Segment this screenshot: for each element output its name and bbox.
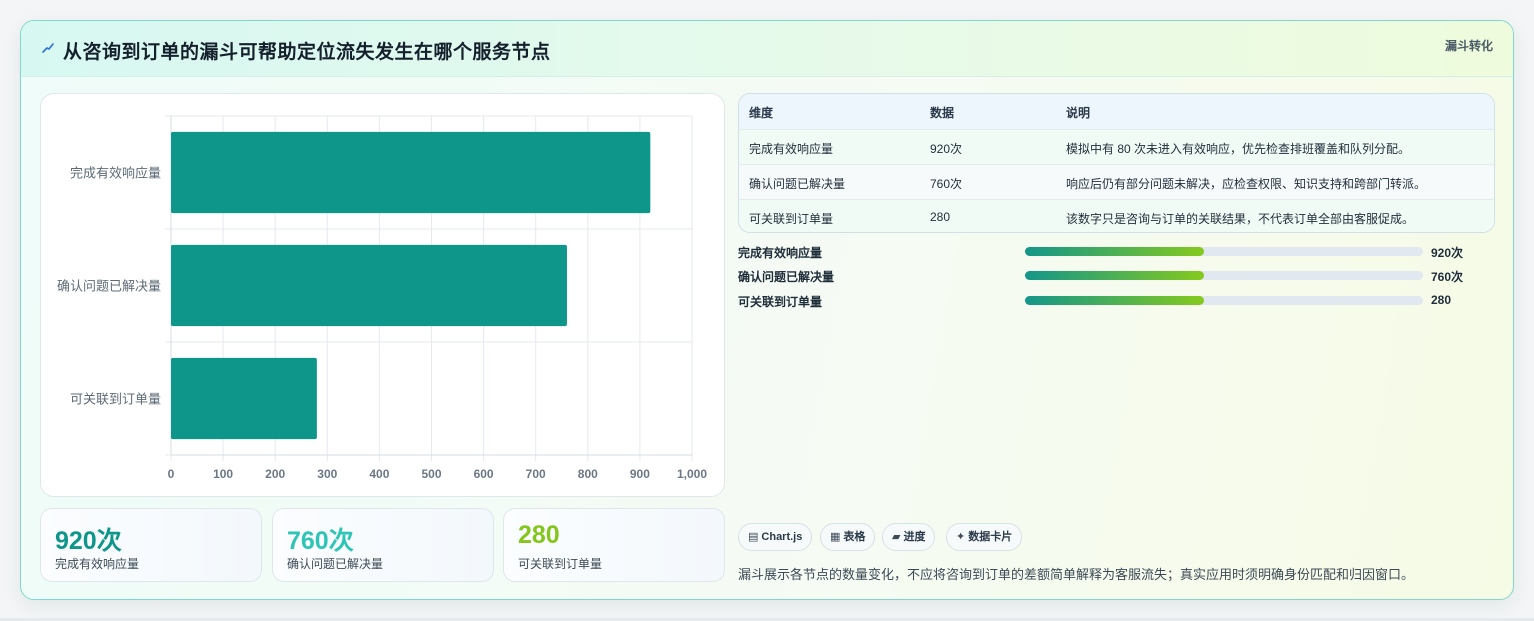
table-cell: 确认问题已解决量 [749,177,846,191]
progress-icon: ▰ [892,531,901,543]
progress-row-responses: 完成有效响应量 920次 [738,243,1498,261]
bar [171,244,567,327]
y-tick-label: 可关联到订单量 [70,392,161,407]
x-tick-label: 100 [213,467,233,481]
progress-fill [1025,271,1205,280]
stat-value: 280 [518,521,560,549]
data-table: 维度 数据 说明 完成有效响应量 920次 模拟中有 80 次未进入有效响应，优… [738,93,1495,233]
category-tag: 漏斗转化 [1444,39,1493,53]
progress-label: 可关联到订单量 [738,295,823,309]
table-header-cell: 说明 [1066,106,1091,120]
progress-track [1025,296,1423,305]
chip-data-card[interactable]: ✦ 数据卡片 [946,523,1023,551]
stat-label: 确认问题已解决量 [287,557,384,571]
progress-value: 760次 [1431,270,1464,284]
table-cell: 模拟中有 80 次未进入有效响应，优先检查排班覆盖和队列分配。 [1066,142,1411,156]
table-row: 确认问题已解决量 760次 响应后仍有部分问题未解决，应检查权限、知识支持和跨部… [739,164,1494,199]
table-cell: 可关联到订单量 [749,212,834,226]
table-row: 可关联到订单量 280 该数字只是咨询与订单的关联结果，不代表订单全部由客服促成… [739,199,1494,232]
progress-value: 280 [1431,293,1452,307]
stat-value: 760次 [287,527,354,555]
stat-label: 可关联到订单量 [518,557,603,571]
table-cell: 该数字只是咨询与订单的关联结果，不代表订单全部由客服促成。 [1066,212,1415,226]
x-tick-label: 600 [474,467,494,481]
progress-label: 完成有效响应量 [738,246,823,260]
progress-track [1025,247,1423,256]
x-tick-label: 800 [578,467,598,481]
chip-label: Chart.js [761,531,803,543]
progress-row-resolved: 确认问题已解决量 760次 [738,267,1498,285]
page-title: 从咨询到订单的漏斗可帮助定位流失发生在哪个服务节点 [63,42,551,63]
x-tick-label: 300 [317,467,337,481]
chart-icon: ▤ [748,531,759,543]
bar [171,131,651,214]
table-header-cell: 维度 [749,106,774,120]
progress-fill [1025,296,1205,305]
progress-label: 确认问题已解决量 [738,270,835,284]
chip-label: 数据卡片 [968,531,1013,543]
bar [171,357,317,440]
footnote: 漏斗展示各节点的数量变化，不应将咨询到订单的差额简单解释为客服流失；真实应用时须… [738,567,1415,582]
card-header: 从咨询到订单的漏斗可帮助定位流失发生在哪个服务节点 漏斗转化 [21,21,1513,77]
funnel-bar-chart: 0 100 200 300 400 500 600 700 800 900 1,000 完成有效响应量… [40,93,725,497]
table-cell: 760次 [930,177,963,191]
progress-value: 920次 [1431,246,1464,260]
x-tick-label: 500 [421,467,441,481]
funnel-card: 从咨询到订单的漏斗可帮助定位流失发生在哪个服务节点 漏斗转化 0 100 200 30… [20,20,1514,600]
x-tick-label: 0 [168,467,175,481]
table-cell: 响应后仍有部分问题未解决，应检查权限、知识支持和跨部门转派。 [1066,177,1427,191]
chip-table[interactable]: ▦ 表格 [820,523,876,551]
chip-chartjs[interactable]: ▤ Chart.js [738,523,813,551]
chip-label: 表格 [843,531,866,543]
x-tick-label: 400 [369,467,389,481]
progress-fill [1025,247,1205,256]
chip-label: 进度 [903,531,926,543]
table-row: 完成有效响应量 920次 模拟中有 80 次未进入有效响应，优先检查排班覆盖和队… [739,129,1494,164]
chip-progress[interactable]: ▰ 进度 [882,523,936,551]
x-tick-label: 200 [265,467,285,481]
progress-row-orders: 可关联到订单量 280 [738,292,1498,310]
x-tick-label: 700 [526,467,546,481]
table-cell: 280 [930,210,951,224]
table-cell: 920次 [930,142,963,156]
stat-value: 920次 [55,527,122,555]
chart-svg: 0 100 200 300 400 500 600 700 800 900 1,000 完成有效响应量… [57,115,707,481]
x-tick-label: 900 [630,467,650,481]
table-header-row: 维度 数据 说明 [739,94,1494,129]
progress-track [1025,271,1423,280]
y-tick-label: 确认问题已解决量 [57,279,161,294]
stat-label: 完成有效响应量 [55,557,140,571]
y-tick-label: 完成有效响应量 [70,166,161,181]
x-tick-label: 1,000 [677,467,707,481]
stat-card-resolved: 760次 确认问题已解决量 [272,508,494,582]
table-header-cell: 数据 [930,106,955,120]
lightning-icon [42,43,54,53]
stat-card-orders: 280 可关联到订单量 [503,508,725,582]
stat-card-responses: 920次 完成有效响应量 [40,508,262,582]
table-cell: 完成有效响应量 [749,142,834,156]
table-icon: ▦ [830,531,841,543]
sparkle-icon: ✦ [956,531,966,543]
